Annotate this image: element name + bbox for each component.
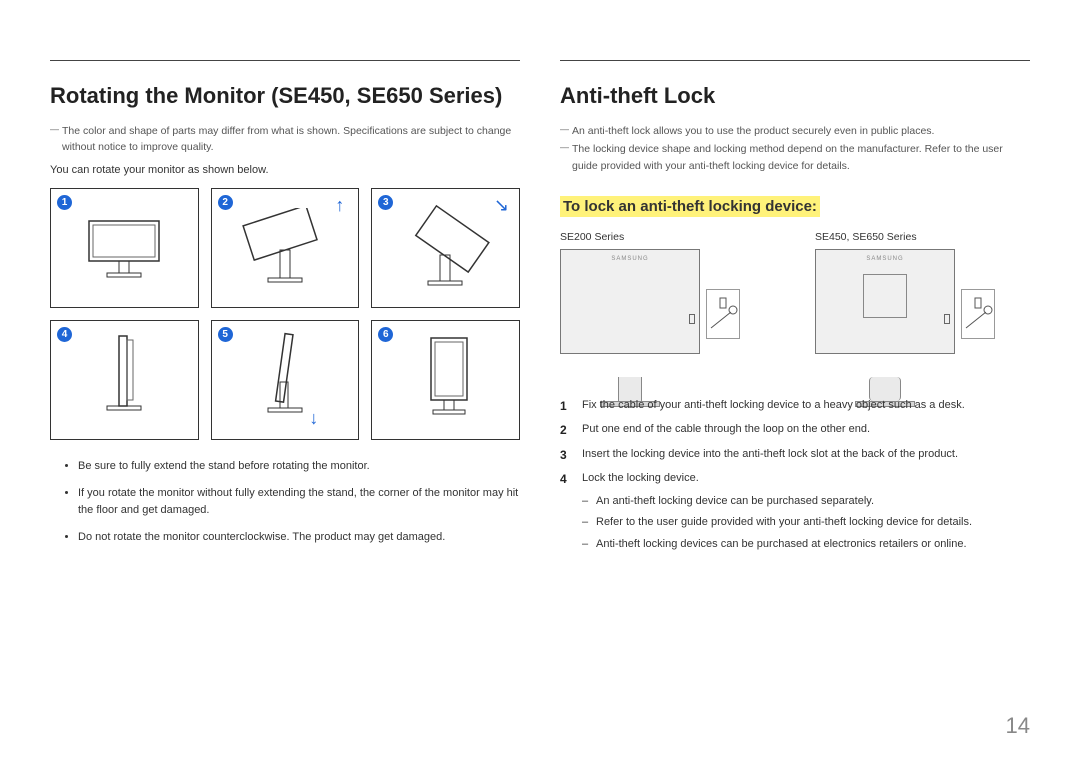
rotation-bullets: Be sure to fully extend the stand before… xyxy=(50,458,520,546)
page-number: 14 xyxy=(1006,713,1030,739)
diagram-se450: SAMSUNG xyxy=(815,249,1030,379)
substep-1: An anti-theft locking device can be purc… xyxy=(582,493,1030,510)
rotation-step-3: 3 ↘ xyxy=(371,188,520,308)
note-lock-2: The locking device shape and locking met… xyxy=(560,141,1030,174)
note-lock-1: An anti-theft lock allows you to use the… xyxy=(560,123,1030,139)
arrow-down-icon: ↓ xyxy=(309,408,318,429)
bullet-2: If you rotate the monitor without fully … xyxy=(78,485,520,519)
rotation-step-1: 1 xyxy=(50,188,199,308)
bullet-1: Be sure to fully extend the stand before… xyxy=(78,458,520,475)
rotation-step-2: 2 ↑ xyxy=(211,188,360,308)
left-column: Rotating the Monitor (SE450, SE650 Serie… xyxy=(50,60,520,560)
lock-steps: Fix the cable of your anti-theft locking… xyxy=(560,397,1030,553)
series-label-se450: SE450, SE650 Series xyxy=(815,231,1030,243)
lock-substeps: An anti-theft locking device can be purc… xyxy=(582,493,1030,553)
lock-detail-se450 xyxy=(961,289,995,339)
series-diagrams: SE200 Series SAMSUNG S xyxy=(560,231,1030,379)
step-4: Lock the locking device. An anti-theft l… xyxy=(560,470,1030,552)
substep-2: Refer to the user guide provided with yo… xyxy=(582,514,1030,531)
series-label-se200: SE200 Series xyxy=(560,231,775,243)
arrow-up-icon: ↑ xyxy=(335,195,344,216)
rotation-step-6: 6 xyxy=(371,320,520,440)
bullet-3: Do not rotate the monitor counterclockwi… xyxy=(78,529,520,546)
step-4-text: Lock the locking device. xyxy=(582,472,699,484)
intro-rotate: You can rotate your monitor as shown bel… xyxy=(50,164,520,176)
substep-3: Anti-theft locking devices can be purcha… xyxy=(582,536,1030,553)
arrow-rotate-icon: ↘ xyxy=(494,195,509,216)
rotation-grid: 1 2 ↑ 3 ↘ 4 5 ↓ 6 xyxy=(50,188,520,440)
rotation-step-5: 5 ↓ xyxy=(211,320,360,440)
heading-rotating: Rotating the Monitor (SE450, SE650 Serie… xyxy=(50,83,520,109)
heading-antitheft: Anti-theft Lock xyxy=(560,83,1030,109)
subheading-lock: To lock an anti-theft locking device: xyxy=(560,196,820,217)
step-3: Insert the locking device into the anti-… xyxy=(560,446,1030,463)
note-disclaimer: The color and shape of parts may differ … xyxy=(50,123,520,156)
step-1: Fix the cable of your anti-theft locking… xyxy=(560,397,1030,414)
lock-detail-se200 xyxy=(706,289,740,339)
step-2: Put one end of the cable through the loo… xyxy=(560,421,1030,438)
rotation-step-4: 4 xyxy=(50,320,199,440)
diagram-se200: SAMSUNG xyxy=(560,249,775,379)
right-column: Anti-theft Lock An anti-theft lock allow… xyxy=(560,60,1030,560)
